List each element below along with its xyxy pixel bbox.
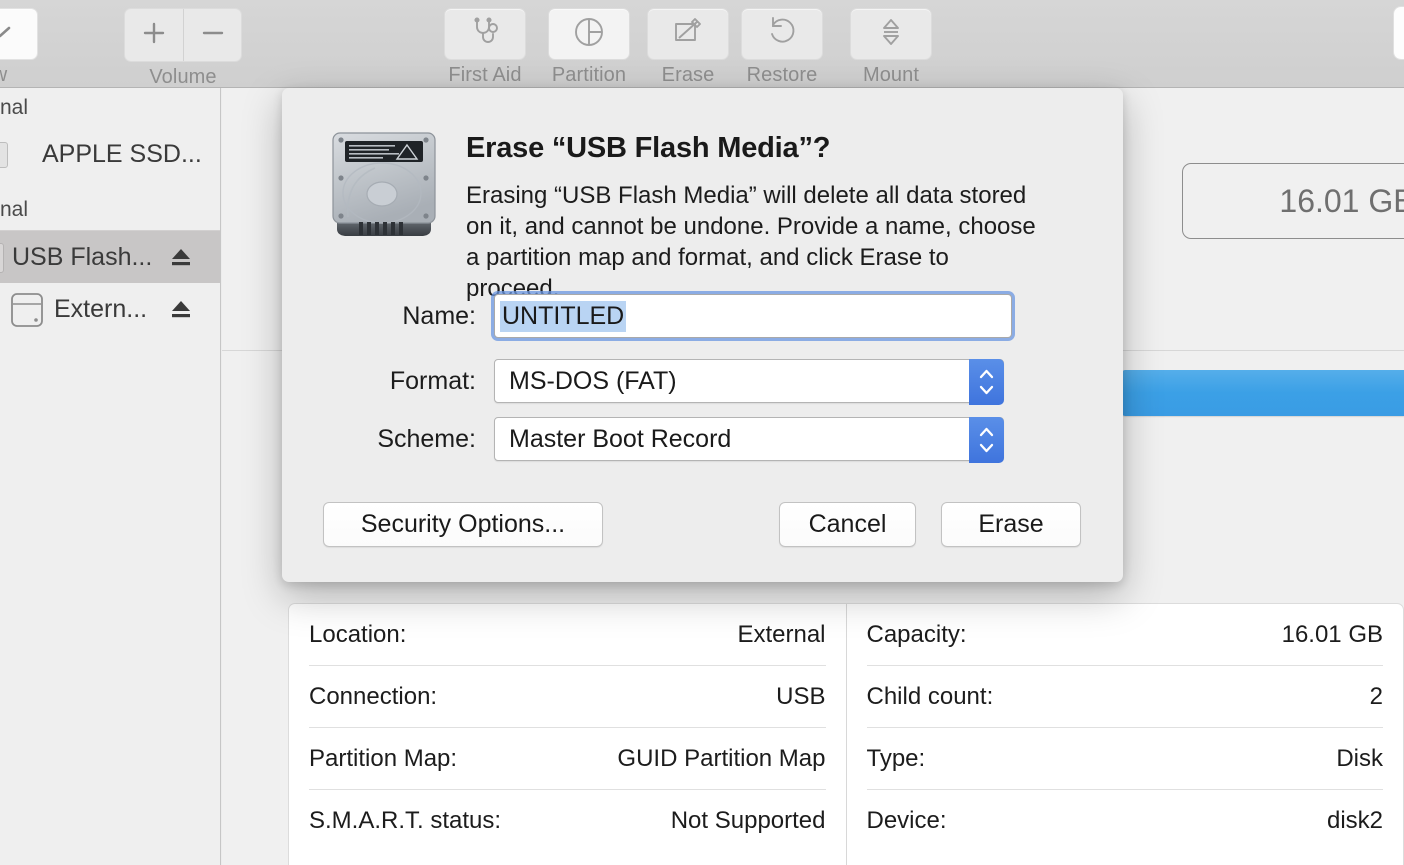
security-options-button[interactable]: Security Options...: [323, 502, 603, 547]
info-value: GUID Partition Map: [617, 744, 826, 772]
stepper-arrows-icon[interactable]: [969, 359, 1004, 405]
info-label: Partition Map:: [309, 744, 458, 772]
sidebar-item-external-volume[interactable]: Extern...: [0, 283, 220, 335]
cancel-button[interactable]: Cancel: [779, 502, 916, 547]
info-label: Device:: [866, 807, 947, 834]
erase-dialog: Erase “USB Flash Media”? Erasing “USB Fl…: [282, 88, 1123, 582]
toolbar-overflow-button[interactable]: [1393, 6, 1404, 60]
pie-chart-icon: [572, 15, 606, 54]
toolbar-item-first-aid[interactable]: First Aid: [444, 8, 526, 87]
info-value: Not Supported: [670, 807, 826, 834]
view-menu-button[interactable]: w: [0, 8, 38, 87]
sidebar-item-label: Extern...: [54, 294, 148, 323]
name-field-label: Name:: [402, 301, 476, 330]
name-input[interactable]: UNTITLED: [494, 294, 1012, 338]
scheme-field-row: Scheme: Master Boot Record: [324, 417, 1004, 463]
scheme-field-label: Scheme:: [377, 424, 476, 453]
info-row: Connection: USB: [309, 666, 826, 728]
info-label: Capacity:: [866, 620, 967, 648]
name-field-row: Name: UNTITLED: [324, 294, 1012, 338]
info-label: Type:: [866, 744, 926, 772]
info-value: 2: [1369, 682, 1383, 710]
sidebar-item-label: USB Flash...: [12, 242, 153, 271]
info-value: disk2: [1326, 807, 1383, 834]
name-input-value: UNTITLED: [500, 300, 627, 332]
info-value: External: [737, 620, 826, 648]
eject-icon[interactable]: [168, 246, 194, 268]
info-column-left: Location: External Connection: USB Parti…: [289, 604, 847, 865]
plus-icon: [140, 19, 168, 52]
chevron-down-icon: [0, 24, 13, 45]
format-field-label: Format:: [389, 366, 476, 395]
mount-arrows-icon: [874, 15, 908, 54]
info-row: Location: External: [309, 604, 826, 666]
info-label: Connection:: [309, 682, 438, 710]
drive-icon: [10, 289, 44, 329]
drive-icon: [0, 243, 4, 273]
toolbar-label-partition: Partition: [551, 64, 627, 86]
info-row: Child count: 2: [866, 666, 1383, 728]
volume-segmented-control: Volume: [124, 8, 242, 89]
disk-usage-bar[interactable]: [1122, 370, 1404, 416]
sidebar-section-external: nal: [0, 198, 29, 221]
info-panel: Location: External Connection: USB Parti…: [288, 603, 1404, 865]
volume-label: Volume: [149, 66, 217, 88]
sidebar-item-apple-ssd[interactable]: APPLE SSD...: [0, 128, 220, 180]
info-value: USB: [776, 682, 826, 710]
view-menu-label: w: [0, 64, 7, 87]
info-row: Partition Map: GUID Partition Map: [309, 728, 826, 790]
hard-drive-icon: [325, 121, 443, 246]
dialog-body-text: Erasing “USB Flash Media” will delete al…: [466, 182, 1036, 302]
format-select[interactable]: MS-DOS (FAT): [494, 359, 1004, 405]
info-row: S.M.A.R.T. status: Not Supported: [309, 790, 826, 852]
remove-volume-button[interactable]: [183, 9, 241, 61]
format-select-value: MS-DOS (FAT): [509, 366, 677, 395]
format-field-row: Format: MS-DOS (FAT): [324, 359, 1004, 405]
toolbar-label-first-aid: First Aid: [448, 64, 522, 86]
erase-button[interactable]: Erase: [941, 502, 1081, 547]
toolbar-item-erase[interactable]: Erase: [647, 8, 729, 87]
scheme-select-value: Master Boot Record: [509, 424, 732, 453]
sidebar-item-usb-flash[interactable]: USB Flash...: [0, 231, 220, 283]
disk-utility-window: w Volume: [0, 0, 1404, 865]
stethoscope-icon: [468, 15, 502, 54]
minus-icon: [199, 19, 227, 52]
undo-arrow-icon: [765, 15, 799, 54]
toolbar-label-restore: Restore: [746, 64, 818, 86]
info-value: 16.01 GB: [1281, 620, 1383, 648]
info-label: Child count:: [866, 682, 994, 710]
drive-icon: [0, 142, 8, 168]
toolbar-item-restore[interactable]: Restore: [741, 8, 823, 87]
eraser-icon: [671, 15, 705, 54]
scheme-select[interactable]: Master Boot Record: [494, 417, 1004, 463]
add-volume-button[interactable]: [125, 9, 183, 61]
info-row: Device: disk2: [867, 790, 1384, 852]
stepper-arrows-icon[interactable]: [969, 417, 1004, 463]
eject-icon[interactable]: [168, 298, 194, 320]
toolbar-item-partition[interactable]: Partition: [548, 8, 630, 87]
toolbar-item-mount[interactable]: Mount: [850, 8, 932, 87]
info-label: S.M.A.R.T. status:: [309, 807, 502, 834]
toolbar: w Volume: [0, 0, 1404, 88]
sidebar-section-internal: nal: [0, 96, 29, 119]
toolbar-label-erase: Erase: [661, 64, 715, 86]
info-row: Type: Disk: [866, 728, 1383, 790]
info-row: Capacity: 16.01 GB: [866, 604, 1383, 666]
info-value: Disk: [1336, 744, 1383, 772]
sidebar-item-label: APPLE SSD...: [42, 139, 202, 168]
toolbar-label-mount: Mount: [862, 64, 920, 86]
info-column-right: Capacity: 16.01 GB Child count: 2 Type: …: [847, 604, 1404, 865]
dialog-title: Erase “USB Flash Media”?: [466, 132, 831, 164]
sidebar: nal APPLE SSD... nal USB Flash... Extern…: [0, 88, 221, 865]
capacity-badge: 16.01 GB: [1182, 163, 1404, 239]
info-label: Location:: [309, 620, 407, 648]
